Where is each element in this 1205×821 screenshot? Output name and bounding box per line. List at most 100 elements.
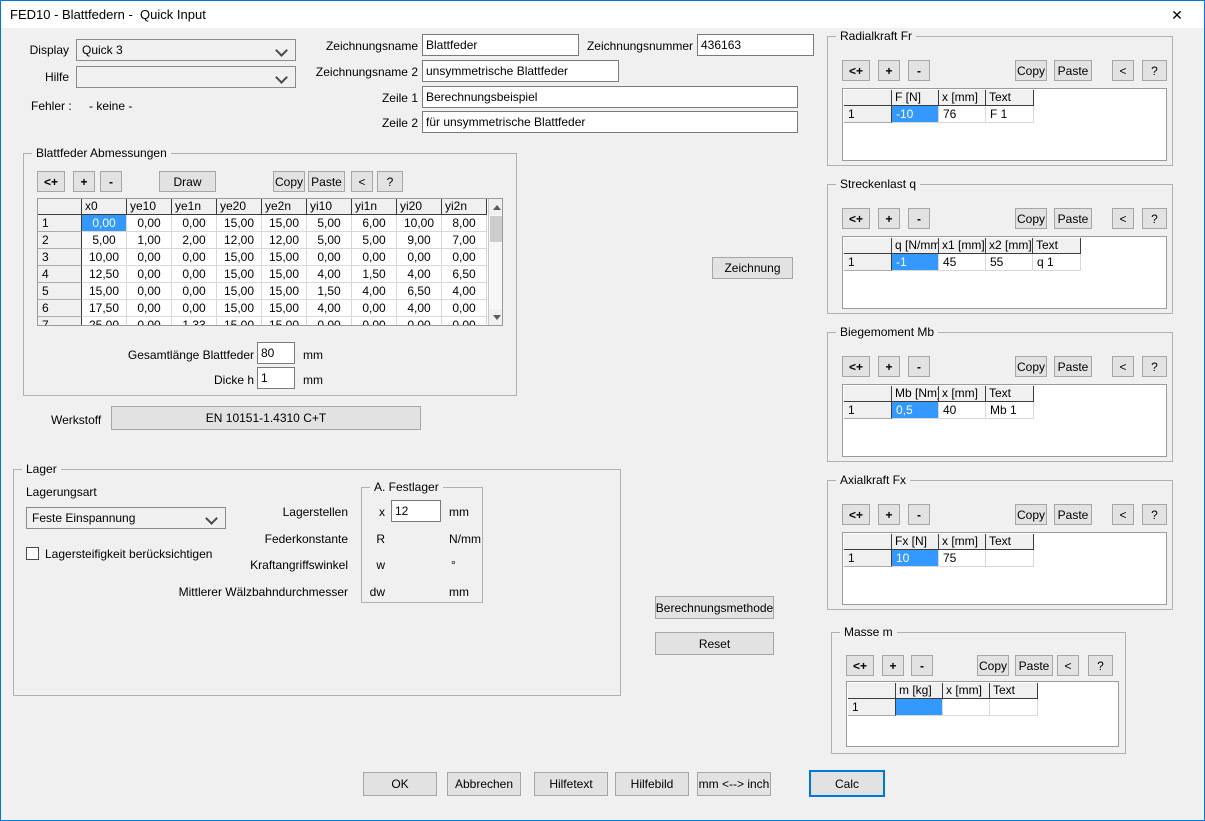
remove-row-button[interactable]: - [908,208,930,229]
help-button[interactable]: ? [1142,504,1167,525]
row-header[interactable]: 1 [844,550,892,567]
table-cell[interactable]: 12,00 [217,232,262,249]
insert-row-button[interactable]: <+ [37,171,65,192]
table-cell[interactable] [990,699,1038,716]
table-cell[interactable]: 12,50 [82,266,127,283]
zeile2-input[interactable] [422,111,798,133]
copy-button[interactable]: Copy [273,171,305,192]
dicke-input[interactable] [257,367,295,389]
table-cell[interactable]: 6,00 [352,215,397,232]
help-button[interactable]: ? [1142,208,1167,229]
paste-button[interactable]: Paste [1054,504,1092,525]
abbrechen-button[interactable]: Abbrechen [447,772,521,796]
paste-button[interactable]: Paste [1054,356,1092,377]
table-cell[interactable]: 25,00 [82,317,127,326]
berechnungsmethode-button[interactable]: Berechnungsmethode [655,596,774,619]
table-cell[interactable]: 0,00 [127,266,172,283]
table-cell[interactable]: 0,00 [352,317,397,326]
table-cell[interactable]: 5,00 [307,232,352,249]
table-cell[interactable]: 0,00 [127,300,172,317]
row-header[interactable]: 4 [38,266,82,283]
row-header[interactable]: 7 [38,317,82,326]
insert-row-button[interactable]: <+ [842,60,870,81]
table-cell[interactable]: -10 [892,106,939,123]
table-cell[interactable]: 15,00 [82,283,127,300]
table-cell[interactable]: 4,00 [397,266,442,283]
reset-button[interactable]: Reset [655,632,774,655]
table-cell[interactable]: 15,00 [217,283,262,300]
add-row-button[interactable]: + [882,655,904,676]
table-cell[interactable]: 15,00 [262,283,307,300]
insert-row-button[interactable]: <+ [842,356,870,377]
werkstoff-button[interactable]: EN 10151-1.4310 C+T [111,406,421,430]
table-cell[interactable]: 0,00 [172,283,217,300]
help-button[interactable]: ? [1088,655,1113,676]
zeichnungsnummer-input[interactable] [697,34,814,56]
table-cell[interactable]: 4,00 [307,266,352,283]
remove-row-button[interactable]: - [100,171,122,192]
row-header[interactable]: 1 [844,402,892,419]
table-cell[interactable]: 5,00 [352,232,397,249]
table-cell[interactable]: 1,50 [307,283,352,300]
insert-row-button[interactable]: <+ [842,208,870,229]
table-cell[interactable]: 76 [939,106,986,123]
table-cell[interactable]: 4,00 [442,283,487,300]
help-button[interactable]: ? [1142,356,1167,377]
copy-button[interactable]: Copy [1015,356,1047,377]
hilfe-combobox[interactable] [76,66,296,88]
table-cell[interactable]: 0,00 [352,300,397,317]
paste-button[interactable]: Paste [308,171,345,192]
table-cell[interactable]: 15,00 [262,249,307,266]
help-button[interactable]: ? [377,171,403,192]
lagersteifigkeit-checkbox[interactable] [26,547,39,560]
mm-inch-button[interactable]: mm <--> inch [697,772,771,796]
table-cell[interactable]: 0,00 [172,249,217,266]
remove-row-button[interactable]: - [911,655,933,676]
table-cell[interactable]: 15,00 [217,249,262,266]
table-cell[interactable]: 15,00 [262,215,307,232]
zeichnung-button[interactable]: Zeichnung [712,257,793,279]
insert-row-button[interactable]: <+ [846,655,874,676]
display-combobox[interactable]: Quick 3 [76,39,296,61]
vertical-scrollbar[interactable] [488,199,503,325]
table-cell[interactable]: 4,00 [397,300,442,317]
table-cell[interactable]: 0,00 [127,249,172,266]
table-cell[interactable]: 5,00 [307,215,352,232]
scrollbar-thumb[interactable] [490,216,503,242]
remove-row-button[interactable]: - [908,60,930,81]
table-cell[interactable]: 15,00 [217,317,262,326]
row-header[interactable]: 5 [38,283,82,300]
zeichnungsname-input[interactable] [422,34,579,56]
gesamtlaenge-input[interactable] [257,342,295,364]
calc-button[interactable]: Calc [809,770,885,797]
zeichnungsname2-input[interactable] [422,60,619,82]
remove-row-button[interactable]: - [908,504,930,525]
table-cell[interactable]: 0,00 [172,215,217,232]
table-cell[interactable]: F 1 [986,106,1034,123]
close-icon[interactable]: ✕ [1164,5,1190,25]
add-row-button[interactable]: + [878,208,900,229]
row-header[interactable]: 1 [38,215,82,232]
row-header[interactable]: 2 [38,232,82,249]
table-cell[interactable]: 1,50 [352,266,397,283]
scroll-up-icon[interactable] [489,199,503,215]
table-cell[interactable]: 15,00 [217,215,262,232]
row-header[interactable]: 1 [844,254,892,271]
back-button[interactable]: < [1112,504,1134,525]
back-button[interactable]: < [1112,208,1134,229]
table-cell[interactable]: 0,00 [442,317,487,326]
table-cell[interactable]: 0,00 [172,266,217,283]
paste-button[interactable]: Paste [1054,60,1092,81]
ok-button[interactable]: OK [363,772,437,796]
back-button[interactable]: < [351,171,373,192]
table-cell[interactable]: 15,00 [217,300,262,317]
table-cell[interactable] [896,699,943,716]
scroll-down-icon[interactable] [489,309,503,325]
copy-button[interactable]: Copy [977,655,1009,676]
copy-button[interactable]: Copy [1015,60,1047,81]
table-cell[interactable]: 0,00 [442,249,487,266]
table-cell[interactable]: 12,00 [262,232,307,249]
row-header[interactable]: 1 [848,699,896,716]
add-row-button[interactable]: + [878,504,900,525]
festlager-x-input[interactable] [391,500,441,522]
